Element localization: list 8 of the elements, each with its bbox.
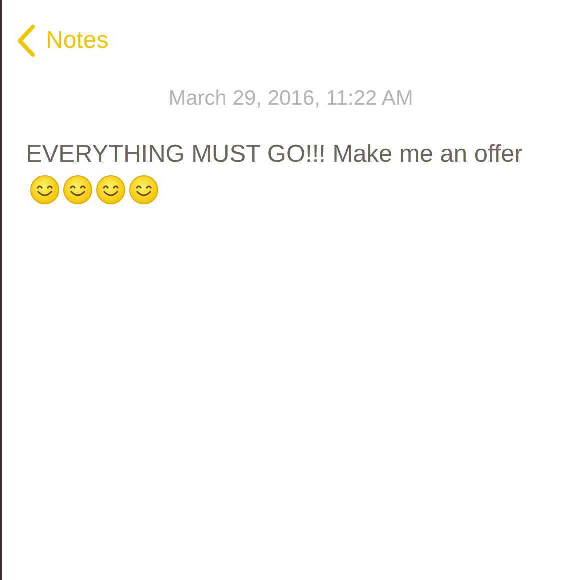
back-button[interactable]: Notes: [16, 24, 109, 58]
smiling-emoji-icon: [30, 175, 60, 205]
note-text: EVERYTHING MUST GO!!! Make me an offer: [25, 141, 524, 169]
chevron-left-icon: [16, 24, 36, 58]
smiling-emoji-icon: [96, 175, 126, 205]
smiling-emoji-icon: [129, 175, 159, 205]
note-date: March 29, 2016, 11:22 AM: [168, 87, 414, 111]
smiling-emoji-icon: [63, 175, 93, 205]
